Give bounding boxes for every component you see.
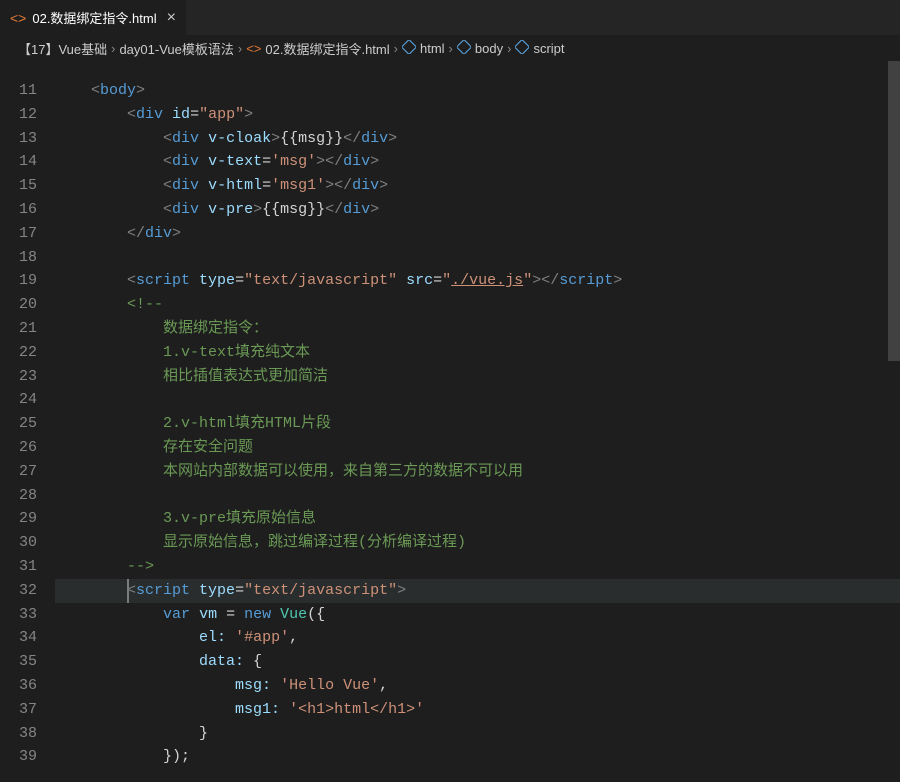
tag-icon <box>515 40 529 57</box>
line-number: 17 <box>0 222 37 246</box>
line-number: 36 <box>0 674 37 698</box>
code-line[interactable]: 显示原始信息，跳过编译过程(分析编译过程) <box>55 531 900 555</box>
line-number: 16 <box>0 198 37 222</box>
code-line[interactable]: msg: 'Hello Vue', <box>55 674 900 698</box>
breadcrumb-label: 02.数据绑定指令.html <box>265 39 389 58</box>
code-line[interactable]: 本网站内部数据可以使用，来自第三方的数据不可以用 <box>55 460 900 484</box>
code-line[interactable]: 1.v-text填充纯文本 <box>55 341 900 365</box>
code-line[interactable]: el: '#app', <box>55 626 900 650</box>
code-line[interactable]: <script type="text/javascript"> <box>55 579 900 603</box>
code-line[interactable]: <div v-text='msg'></div> <box>55 150 900 174</box>
line-number: 20 <box>0 293 37 317</box>
code-line[interactable]: } <box>55 722 900 746</box>
code-line[interactable]: <div id="app"> <box>55 103 900 127</box>
line-number: 28 <box>0 484 37 508</box>
code-line[interactable]: <div v-pre>{{msg}}</div> <box>55 198 900 222</box>
code-area[interactable]: <body> <div id="app"> <div v-cloak>{{msg… <box>55 79 900 769</box>
breadcrumb-separator: › <box>507 41 511 56</box>
breadcrumb-item[interactable]: html <box>402 40 445 57</box>
editor-tabs: <> 02.数据绑定指令.html × <box>0 0 900 35</box>
code-line[interactable]: <body> <box>55 79 900 103</box>
breadcrumb-separator: › <box>449 41 453 56</box>
code-line[interactable]: <div v-html='msg1'></div> <box>55 174 900 198</box>
line-number: 14 <box>0 150 37 174</box>
code-line[interactable]: var vm = new Vue({ <box>55 603 900 627</box>
line-number-gutter: 1112131415161718192021222324252627282930… <box>0 79 55 769</box>
code-line[interactable]: 存在安全问题 <box>55 436 900 460</box>
tag-icon <box>457 40 471 57</box>
tab-active[interactable]: <> 02.数据绑定指令.html × <box>0 0 186 35</box>
line-number: 33 <box>0 603 37 627</box>
code-line[interactable]: data: { <box>55 650 900 674</box>
code-line[interactable]: 3.v-pre填充原始信息 <box>55 507 900 531</box>
code-line[interactable] <box>55 246 900 270</box>
code-line[interactable]: </div> <box>55 222 900 246</box>
line-number: 23 <box>0 365 37 389</box>
line-number: 21 <box>0 317 37 341</box>
line-number: 30 <box>0 531 37 555</box>
line-number: 32 <box>0 579 37 603</box>
tag-icon <box>402 40 416 57</box>
line-number: 29 <box>0 507 37 531</box>
line-number: 19 <box>0 269 37 293</box>
html-file-icon: <> <box>10 10 26 26</box>
code-editor[interactable]: 1112131415161718192021222324252627282930… <box>0 61 900 769</box>
text-cursor <box>127 579 129 603</box>
breadcrumb[interactable]: 【17】Vue基础 › day01-Vue模板语法 › <> 02.数据绑定指令.html… <box>0 35 900 61</box>
code-line[interactable]: 相比插值表达式更加简洁 <box>55 365 900 389</box>
html-file-icon: <> <box>246 41 261 56</box>
breadcrumb-label: html <box>420 41 445 56</box>
code-line[interactable]: 数据绑定指令： <box>55 317 900 341</box>
line-number: 38 <box>0 722 37 746</box>
line-number: 35 <box>0 650 37 674</box>
line-number: 31 <box>0 555 37 579</box>
breadcrumb-item[interactable]: day01-Vue模板语法 <box>119 39 233 58</box>
breadcrumb-separator: › <box>111 41 115 56</box>
scrollbar-thumb[interactable] <box>888 61 900 361</box>
breadcrumb-separator: › <box>394 41 398 56</box>
line-number: 27 <box>0 460 37 484</box>
line-number: 18 <box>0 246 37 270</box>
line-number: 39 <box>0 745 37 769</box>
line-number: 12 <box>0 103 37 127</box>
line-number: 22 <box>0 341 37 365</box>
code-line[interactable]: --> <box>55 555 900 579</box>
line-number: 13 <box>0 127 37 151</box>
line-number: 26 <box>0 436 37 460</box>
breadcrumb-label: 【17】Vue基础 <box>18 39 107 58</box>
line-number: 37 <box>0 698 37 722</box>
tab-filename: 02.数据绑定指令.html <box>32 8 156 27</box>
code-line[interactable] <box>55 484 900 508</box>
breadcrumb-separator: › <box>238 41 242 56</box>
line-number: 24 <box>0 388 37 412</box>
breadcrumb-item[interactable]: 【17】Vue基础 <box>18 39 107 58</box>
code-line[interactable]: <script type="text/javascript" src="./vu… <box>55 269 900 293</box>
code-line[interactable]: msg1: '<h1>html</h1>' <box>55 698 900 722</box>
line-number: 11 <box>0 79 37 103</box>
line-number: 15 <box>0 174 37 198</box>
line-number: 25 <box>0 412 37 436</box>
breadcrumb-item[interactable]: <> 02.数据绑定指令.html <box>246 39 389 58</box>
breadcrumb-item[interactable]: body <box>457 40 503 57</box>
close-icon[interactable]: × <box>167 9 176 27</box>
breadcrumb-label: day01-Vue模板语法 <box>119 39 233 58</box>
code-line[interactable]: <div v-cloak>{{msg}}</div> <box>55 127 900 151</box>
code-line[interactable]: }); <box>55 745 900 769</box>
breadcrumb-label: script <box>533 41 564 56</box>
breadcrumb-item[interactable]: script <box>515 40 564 57</box>
code-line[interactable]: <!-- <box>55 293 900 317</box>
code-line[interactable]: 2.v-html填充HTML片段 <box>55 412 900 436</box>
breadcrumb-label: body <box>475 41 503 56</box>
line-number: 34 <box>0 626 37 650</box>
code-line[interactable] <box>55 388 900 412</box>
scrollbar-track[interactable] <box>888 61 900 782</box>
